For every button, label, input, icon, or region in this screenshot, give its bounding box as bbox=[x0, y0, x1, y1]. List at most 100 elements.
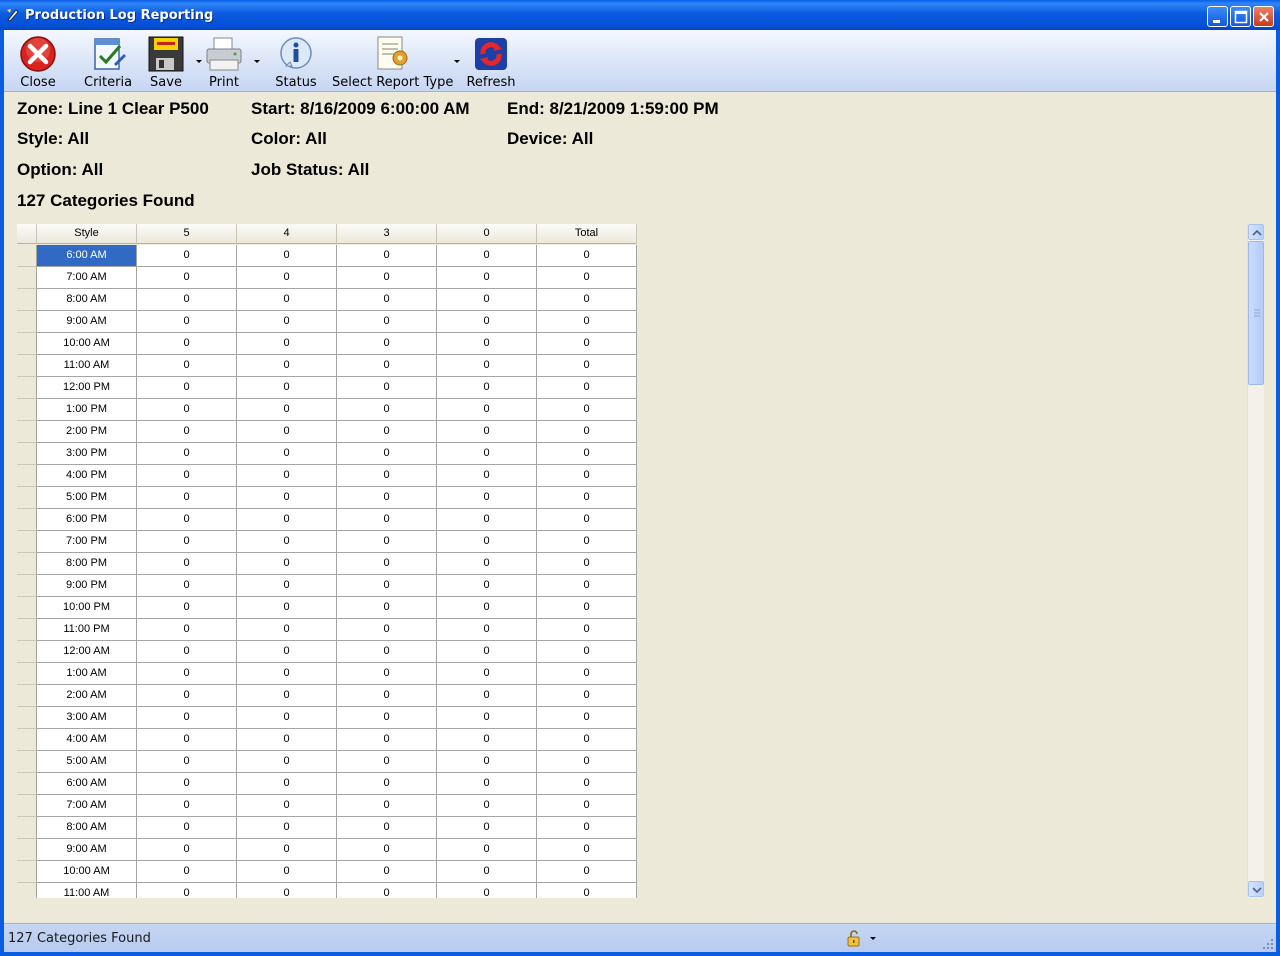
table-cell[interactable]: 0 bbox=[537, 817, 637, 839]
row-selector[interactable] bbox=[17, 795, 37, 817]
row-selector[interactable] bbox=[17, 707, 37, 729]
table-cell[interactable]: 0 bbox=[537, 487, 637, 509]
scroll-down-button[interactable] bbox=[1248, 881, 1264, 897]
table-cell[interactable]: 0 bbox=[537, 641, 637, 663]
table-cell[interactable]: 0 bbox=[437, 575, 537, 597]
table-cell[interactable]: 0 bbox=[137, 641, 237, 663]
table-cell[interactable]: 0 bbox=[537, 729, 637, 751]
row-selector[interactable] bbox=[17, 289, 37, 311]
row-label-cell[interactable]: 8:00 PM bbox=[37, 553, 137, 575]
table-cell[interactable]: 0 bbox=[137, 531, 237, 553]
print-dropdown-arrow[interactable] bbox=[254, 60, 260, 63]
table-cell[interactable]: 0 bbox=[137, 311, 237, 333]
row-label-cell[interactable]: 6:00 AM bbox=[37, 245, 137, 267]
row-label-cell[interactable]: 6:00 AM bbox=[37, 773, 137, 795]
save-button[interactable]: Save bbox=[144, 32, 188, 90]
table-cell[interactable]: 0 bbox=[137, 817, 237, 839]
row-selector[interactable] bbox=[17, 817, 37, 839]
table-cell[interactable]: 0 bbox=[437, 729, 537, 751]
row-selector[interactable] bbox=[17, 399, 37, 421]
select-report-type-button[interactable]: Select Report Type bbox=[332, 32, 453, 90]
row-selector[interactable] bbox=[17, 421, 37, 443]
row-label-cell[interactable]: 1:00 AM bbox=[37, 663, 137, 685]
table-cell[interactable]: 0 bbox=[437, 619, 537, 641]
table-cell[interactable]: 0 bbox=[437, 355, 537, 377]
row-selector[interactable] bbox=[17, 729, 37, 751]
column-header[interactable]: Style bbox=[37, 224, 137, 244]
row-label-cell[interactable]: 7:00 AM bbox=[37, 267, 137, 289]
table-cell[interactable]: 0 bbox=[337, 729, 437, 751]
table-cell[interactable]: 0 bbox=[437, 663, 537, 685]
table-cell[interactable]: 0 bbox=[537, 399, 637, 421]
table-cell[interactable]: 0 bbox=[137, 773, 237, 795]
table-cell[interactable]: 0 bbox=[537, 619, 637, 641]
row-label-cell[interactable]: 2:00 AM bbox=[37, 685, 137, 707]
table-cell[interactable]: 0 bbox=[437, 641, 537, 663]
row-selector[interactable] bbox=[17, 641, 37, 663]
lock-dropdown-arrow[interactable] bbox=[870, 937, 876, 940]
table-cell[interactable]: 0 bbox=[137, 839, 237, 861]
table-cell[interactable]: 0 bbox=[537, 839, 637, 861]
table-cell[interactable]: 0 bbox=[237, 641, 337, 663]
table-cell[interactable]: 0 bbox=[137, 465, 237, 487]
table-cell[interactable]: 0 bbox=[337, 597, 437, 619]
scroll-thumb[interactable] bbox=[1248, 241, 1264, 385]
row-label-cell[interactable]: 8:00 AM bbox=[37, 817, 137, 839]
table-cell[interactable]: 0 bbox=[537, 773, 637, 795]
resize-grip-icon[interactable] bbox=[1262, 938, 1274, 950]
table-cell[interactable]: 0 bbox=[537, 333, 637, 355]
print-button[interactable]: Print bbox=[202, 32, 246, 90]
table-cell[interactable]: 0 bbox=[137, 707, 237, 729]
row-label-cell[interactable]: 4:00 PM bbox=[37, 465, 137, 487]
table-cell[interactable]: 0 bbox=[237, 597, 337, 619]
table-cell[interactable]: 0 bbox=[537, 421, 637, 443]
table-cell[interactable]: 0 bbox=[237, 399, 337, 421]
row-label-cell[interactable]: 6:00 PM bbox=[37, 509, 137, 531]
table-cell[interactable]: 0 bbox=[337, 509, 437, 531]
table-cell[interactable]: 0 bbox=[537, 751, 637, 773]
table-cell[interactable]: 0 bbox=[137, 575, 237, 597]
table-cell[interactable]: 0 bbox=[337, 377, 437, 399]
table-cell[interactable]: 0 bbox=[537, 509, 637, 531]
row-selector[interactable] bbox=[17, 465, 37, 487]
table-cell[interactable]: 0 bbox=[337, 553, 437, 575]
table-cell[interactable]: 0 bbox=[337, 289, 437, 311]
table-cell[interactable]: 0 bbox=[237, 729, 337, 751]
data-grid[interactable]: Style 5 4 3 0 Total 6:00 AM 0 0 0 0 0 7:00 AM 0 0 0 0 0 8… bbox=[17, 224, 637, 898]
table-cell[interactable]: 0 bbox=[137, 509, 237, 531]
table-cell[interactable]: 0 bbox=[337, 795, 437, 817]
table-cell[interactable]: 0 bbox=[137, 861, 237, 883]
table-cell[interactable]: 0 bbox=[537, 663, 637, 685]
table-cell[interactable]: 0 bbox=[137, 289, 237, 311]
table-cell[interactable]: 0 bbox=[337, 267, 437, 289]
table-cell[interactable]: 0 bbox=[137, 553, 237, 575]
table-cell[interactable]: 0 bbox=[237, 531, 337, 553]
table-cell[interactable]: 0 bbox=[137, 443, 237, 465]
row-label-cell[interactable]: 4:00 AM bbox=[37, 729, 137, 751]
table-cell[interactable]: 0 bbox=[337, 751, 437, 773]
row-label-cell[interactable]: 10:00 PM bbox=[37, 597, 137, 619]
table-cell[interactable]: 0 bbox=[337, 399, 437, 421]
row-selector[interactable] bbox=[17, 531, 37, 553]
row-selector[interactable] bbox=[17, 553, 37, 575]
table-cell[interactable]: 0 bbox=[237, 883, 337, 898]
table-cell[interactable]: 0 bbox=[337, 839, 437, 861]
row-selector[interactable] bbox=[17, 861, 37, 883]
table-cell[interactable]: 0 bbox=[137, 377, 237, 399]
row-label-cell[interactable]: 2:00 PM bbox=[37, 421, 137, 443]
row-label-cell[interactable]: 11:00 AM bbox=[37, 355, 137, 377]
row-label-cell[interactable]: 5:00 PM bbox=[37, 487, 137, 509]
maximize-button[interactable] bbox=[1230, 6, 1251, 27]
table-cell[interactable]: 0 bbox=[437, 465, 537, 487]
column-header[interactable]: 5 bbox=[137, 224, 237, 244]
table-cell[interactable]: 0 bbox=[237, 311, 337, 333]
table-cell[interactable]: 0 bbox=[437, 487, 537, 509]
table-cell[interactable]: 0 bbox=[337, 817, 437, 839]
table-cell[interactable]: 0 bbox=[337, 707, 437, 729]
table-cell[interactable]: 0 bbox=[437, 553, 537, 575]
table-cell[interactable]: 0 bbox=[337, 685, 437, 707]
row-selector[interactable] bbox=[17, 773, 37, 795]
row-selector[interactable] bbox=[17, 245, 37, 267]
table-cell[interactable]: 0 bbox=[437, 245, 537, 267]
table-cell[interactable]: 0 bbox=[237, 487, 337, 509]
